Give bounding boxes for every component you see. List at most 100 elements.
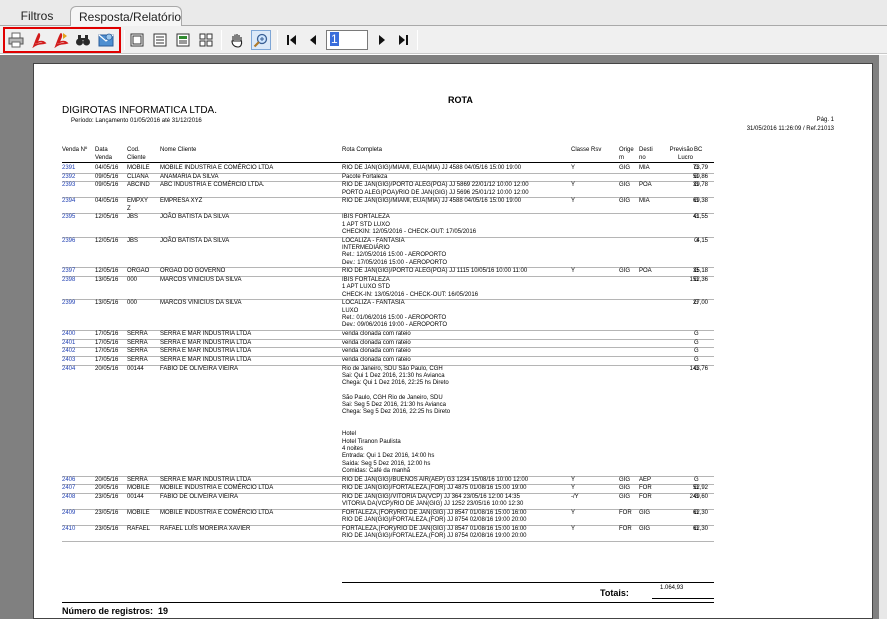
- first-page-icon[interactable]: [283, 31, 301, 49]
- route-line: venda clonada com rateio: [342, 348, 411, 355]
- totals-underline: [652, 598, 714, 599]
- route-line: Dev.: 09/06/2016 19:00 - AEROPORTO: [342, 322, 448, 329]
- sale-date: 17/05/16: [95, 348, 119, 355]
- destination: GIG: [639, 526, 651, 532]
- four-pages-icon[interactable]: [197, 31, 215, 49]
- sale-date: 17/05/16: [95, 357, 119, 363]
- page-number-input[interactable]: 1: [326, 30, 368, 50]
- route-line: [342, 424, 450, 431]
- destination: FOR: [639, 485, 652, 492]
- destination: AEP: [639, 476, 652, 483]
- client-code: MOBILE: [127, 485, 150, 492]
- route-line: RIO DE JAN(GIG)/FORTALEZA,(FOR) JJ 8754 …: [342, 533, 527, 540]
- reservation-class: Y: [571, 510, 576, 516]
- route-details: RIO DE JAN(GIG)/PORTO ALEG(POA) JJ 5869 …: [342, 182, 529, 197]
- profit-forecast: 35,18: [692, 268, 708, 275]
- profit-forecast: 143,76: [689, 365, 708, 372]
- zoom-icon[interactable]: [251, 30, 271, 50]
- client-name: SERRA E MAR INDUSTRIA LTDA: [160, 339, 252, 346]
- sale-date: 13/05/16: [95, 300, 119, 307]
- client-code: SERRA: [127, 476, 148, 483]
- hand-icon[interactable]: [228, 31, 246, 49]
- tab-resposta-relatorio[interactable]: Resposta/Relatório: [70, 6, 182, 27]
- route-line: LUXO: [342, 307, 359, 314]
- client-name: ANAMARIA DA SILVA: [160, 173, 219, 180]
- bc-value: G: [694, 526, 699, 532]
- records-count: Número de registros: 19: [62, 606, 168, 616]
- route-line: RIO DE JAN(GIG)/MIAMI, EUA(MIA) JJ 4588 …: [342, 165, 522, 171]
- col-header-classe: Classe Rsv: [571, 147, 602, 153]
- route-line: 1 APT STD LUXO: [342, 221, 390, 228]
- reservation-class: Y: [571, 526, 576, 532]
- origin: FOR: [619, 526, 632, 532]
- route-line: Chega: Qui 1 Dez 2016, 22:25 hs Direto: [342, 380, 449, 387]
- route-line: [342, 388, 450, 395]
- profit-forecast: 52,92: [692, 485, 708, 492]
- profit-forecast: 73,79: [692, 165, 708, 171]
- destination: MIA: [639, 198, 650, 205]
- sale-date: 23/05/16: [95, 526, 119, 532]
- last-page-icon[interactable]: [394, 31, 412, 49]
- records-value: 19: [158, 606, 169, 616]
- col-header-bc: BC: [694, 147, 703, 153]
- bc-value: G: [694, 214, 699, 221]
- route-line: VITORIA DA(VCP)/RIO DE JAN(GIG) JJ 1252 …: [342, 501, 524, 508]
- next-page-icon[interactable]: [373, 31, 391, 49]
- origin: FOR: [619, 510, 632, 516]
- sale-number: 2397: [62, 268, 76, 275]
- sale-number: 2402: [62, 348, 76, 355]
- page-width-icon[interactable]: [151, 31, 169, 49]
- report-preview-area[interactable]: ROTA DIGIROTAS INFORMATICA LTDA. Período…: [0, 55, 887, 619]
- bc-value: G: [694, 300, 699, 307]
- client-name: FABIO DE OLIVEIRA VIEIRA: [160, 365, 239, 372]
- totals-value: 1.064,93: [660, 585, 684, 591]
- binoculars-icon[interactable]: [74, 31, 92, 49]
- single-page-icon[interactable]: [128, 31, 146, 49]
- client-code: EMPXY Z: [127, 198, 149, 212]
- client-code: SERRA: [127, 357, 148, 363]
- toolbar-separator: [417, 30, 418, 50]
- profit-forecast: 249,60: [689, 494, 708, 500]
- client-name: SERRA E MAR INDUSTRIA LTDA: [160, 476, 252, 483]
- client-name: MOBILE INDUSTRIA E COMÉRCIO LTDA: [160, 510, 274, 516]
- destination: POA: [639, 268, 652, 275]
- client-name: ORGAO DO GOVERNO: [160, 268, 226, 275]
- two-pages-icon[interactable]: [174, 31, 192, 49]
- client-name: EMPRESA XYZ: [160, 198, 203, 205]
- route-line: RIO DE JAN(GIG)/VITORIA DA(VCP) JJ 364 2…: [342, 494, 520, 500]
- destination: GIG: [639, 510, 651, 516]
- print-icon[interactable]: [7, 31, 25, 49]
- profit-forecast: 27,00: [692, 300, 708, 307]
- prev-page-icon[interactable]: [304, 31, 322, 49]
- bc-value: G: [694, 494, 699, 500]
- records-divider: [62, 602, 714, 603]
- route-details: Rio de Janeiro, SDU São Paulo, CGH Sai: Q…: [342, 366, 450, 475]
- col-header-rota: Rota Completa: [342, 147, 383, 153]
- header-divider: [62, 162, 714, 163]
- sale-date: 12/05/16: [95, 268, 119, 275]
- pdf-icon[interactable]: [30, 31, 48, 49]
- bc-value: G: [694, 277, 699, 283]
- email-icon[interactable]: [97, 31, 115, 49]
- client-name: MOBILE INDUSTRIA E COMÉRCIO LTDA: [160, 165, 274, 171]
- route-line: INTERMEDIÁRIO: [342, 244, 390, 251]
- profit-forecast: 39,78: [692, 182, 708, 189]
- profit-forecast: 69,38: [692, 198, 708, 205]
- tab-bar: Filtros Resposta/Relatório: [0, 0, 887, 27]
- client-name: RAFAEL LUÍS MOREIRA XAVIER: [160, 526, 251, 532]
- route-line: RIO DE JAN(GIG)/FORTALEZA,(FOR) JJ 4875 …: [342, 485, 527, 492]
- pdf-export-icon[interactable]: [52, 31, 70, 49]
- route-line: Ret.: 12/05/2016 15:00 - AEROPORTO: [342, 252, 447, 259]
- bc-value: G: [694, 510, 699, 516]
- client-code: SERRA: [127, 330, 148, 337]
- route-line: IBIS FORTALEZA: [342, 214, 390, 221]
- sale-number: 2408: [62, 494, 76, 500]
- vertical-scrollbar[interactable]: [879, 55, 887, 619]
- route-line: PORTO ALEG(POA)/RIO DE JAN(GIG) JJ 5696 …: [342, 189, 529, 196]
- tab-filtros[interactable]: Filtros: [6, 6, 68, 26]
- destination: POA: [639, 182, 652, 189]
- toolbar-separator: [221, 30, 222, 50]
- totals-divider: [342, 582, 714, 583]
- toolbar-separator: [124, 30, 125, 50]
- col-header-data: Data Venda: [95, 147, 113, 161]
